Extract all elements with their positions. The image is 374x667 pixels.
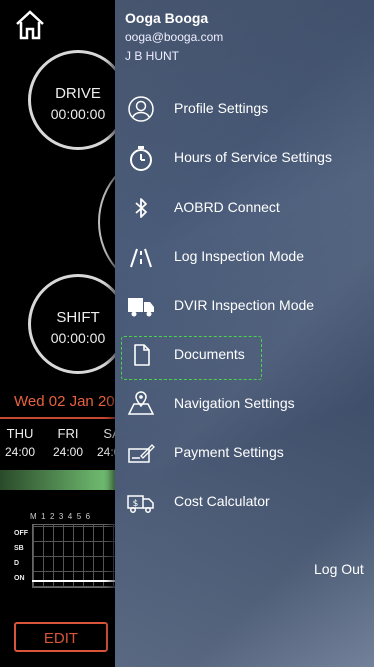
menu-label: DVIR Inspection Mode	[174, 297, 315, 313]
logout-button[interactable]: Log Out	[314, 561, 364, 577]
road-icon	[127, 243, 155, 271]
shift-label: SHIFT	[56, 309, 100, 326]
date-divider	[0, 417, 118, 419]
day-time: 24:00	[52, 445, 84, 459]
user-company: J B HUNT	[125, 49, 179, 63]
svg-text:$: $	[133, 499, 139, 509]
menu-item-log-inspection[interactable]: Log Inspection Mode	[123, 237, 371, 277]
payment-icon	[127, 439, 155, 467]
menu-item-payment-settings[interactable]: Payment Settings	[123, 433, 371, 473]
menu-item-navigation-settings[interactable]: Navigation Settings	[123, 384, 371, 424]
day-column[interactable]: THU 24:00	[0, 426, 40, 459]
menu-item-hours-of-service[interactable]: Hours of Service Settings	[123, 138, 371, 178]
day-name: FRI	[57, 426, 79, 441]
menu-item-aobrd-connect[interactable]: AOBRD Connect	[123, 188, 371, 228]
log-graph-grid	[32, 524, 120, 588]
user-name: Ooga Booga	[125, 10, 209, 26]
graph-hour-labels: M 1 2 3 4 5 6	[30, 512, 91, 521]
graph-row-sb: SB	[14, 545, 24, 552]
drive-label: DRIVE	[55, 85, 101, 102]
menu-label: Cost Calculator	[174, 493, 270, 509]
map-icon	[127, 390, 155, 418]
graph-row-off: OFF	[14, 530, 28, 537]
menu-item-documents[interactable]: Documents	[123, 335, 371, 375]
drive-time: 00:00:00	[50, 106, 106, 122]
progress-bar	[0, 470, 118, 490]
graph-row-on: ON	[14, 575, 25, 582]
menu-item-cost-calculator[interactable]: $ Cost Calculator	[123, 482, 371, 522]
menu-label: Hours of Service Settings	[174, 149, 332, 165]
current-date: Wed 02 Jan 201	[14, 393, 123, 410]
home-icon[interactable]	[14, 10, 46, 40]
shift-time: 00:00:00	[50, 330, 106, 346]
menu-item-dvir-inspection[interactable]: DVIR Inspection Mode	[123, 286, 371, 326]
drive-timer: DRIVE 00:00:00	[28, 50, 128, 150]
menu-label: Navigation Settings	[174, 395, 295, 411]
menu-label: Log Inspection Mode	[174, 248, 304, 264]
edit-button[interactable]: EDIT	[14, 622, 108, 652]
day-time: 24:00	[4, 445, 36, 459]
stopwatch-icon	[127, 144, 155, 172]
user-email: ooga@booga.com	[125, 30, 224, 44]
shift-timer: SHIFT 00:00:00	[28, 274, 128, 374]
day-name: THU	[6, 426, 34, 441]
menu-label: Payment Settings	[174, 444, 284, 460]
menu-label: AOBRD Connect	[174, 199, 280, 215]
cost-truck-icon: $	[127, 488, 155, 516]
menu-label: Profile Settings	[174, 100, 269, 116]
side-drawer: Ooga Booga ooga@booga.com J B HUNT Profi…	[115, 0, 374, 667]
graph-status-line	[32, 580, 118, 582]
day-column[interactable]: FRI 24:00	[48, 426, 88, 459]
bluetooth-icon	[127, 194, 155, 222]
truck-icon	[127, 292, 155, 320]
menu-item-profile-settings[interactable]: Profile Settings	[123, 89, 371, 129]
document-icon	[127, 341, 155, 369]
graph-row-d: D	[14, 560, 20, 567]
profile-icon	[127, 95, 155, 123]
menu-label: Documents	[174, 346, 245, 362]
